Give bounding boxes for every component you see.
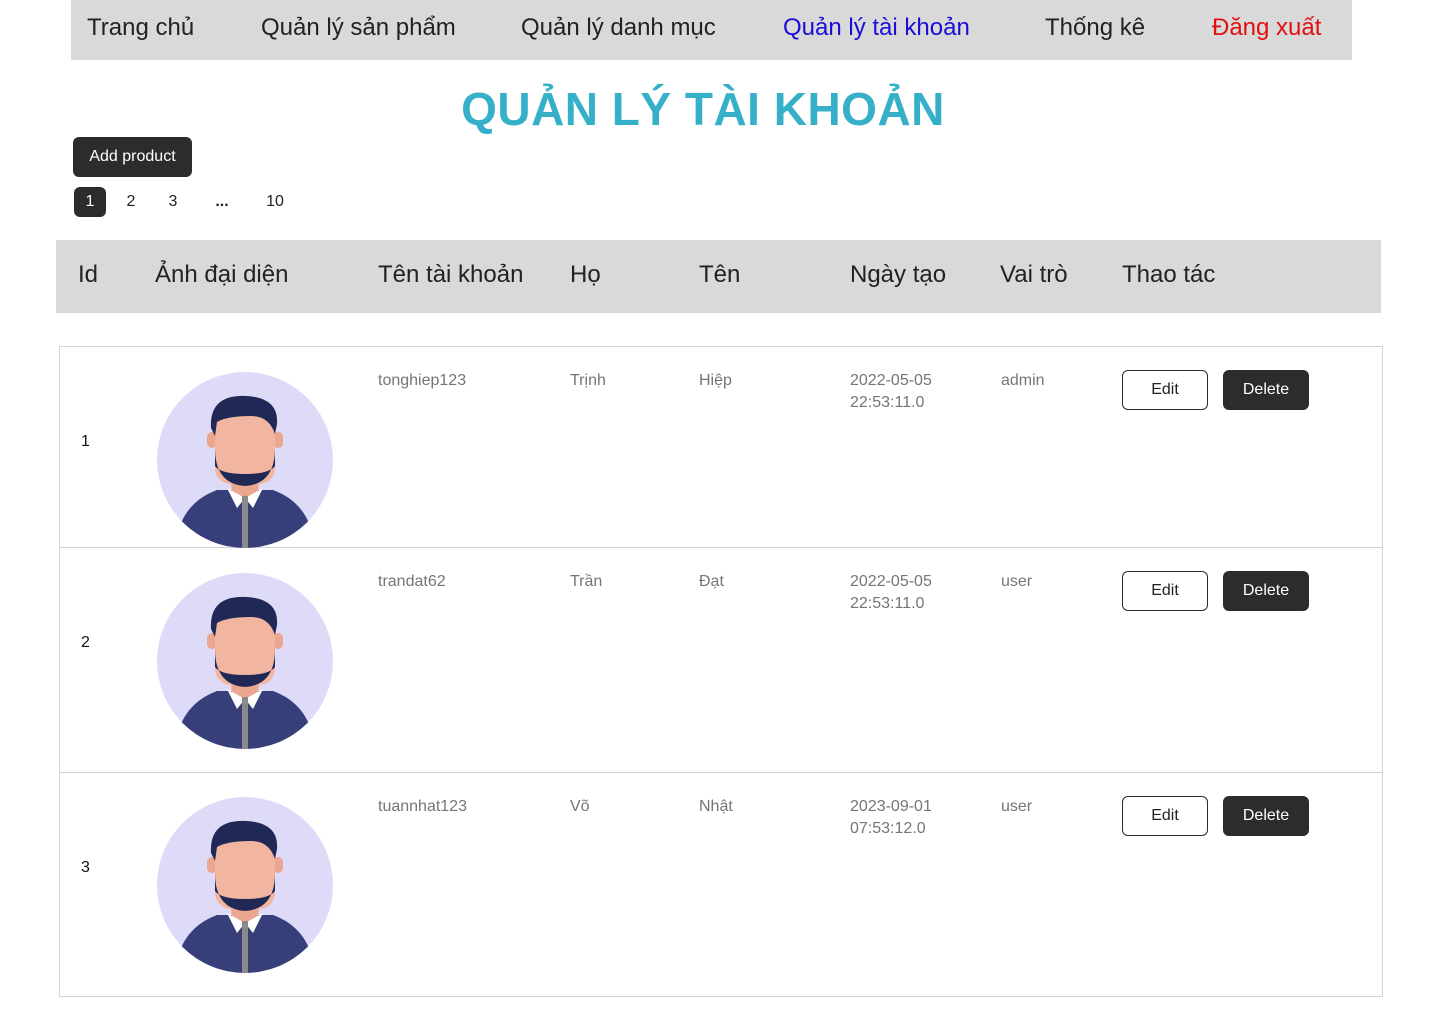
row-role: user <box>1001 573 1033 590</box>
row-role: admin <box>1001 372 1045 389</box>
add-product-button[interactable]: Add product <box>73 137 192 177</box>
nav-item-accounts[interactable]: Quản lý tài khoản <box>783 13 970 43</box>
male-avatar-icon <box>157 573 333 749</box>
male-avatar-icon <box>157 797 333 973</box>
table-row: 3 tuannhat123 Võ Nhật 2023-09-01 07:53:1… <box>60 773 1382 996</box>
page-link-10[interactable]: 10 <box>263 187 287 217</box>
row-username: trandat62 <box>378 573 446 590</box>
column-header-role: Vai trò <box>1000 261 1068 288</box>
delete-button[interactable]: Delete <box>1223 571 1309 611</box>
row-id: 3 <box>81 859 90 876</box>
edit-button[interactable]: Edit <box>1122 370 1208 410</box>
table-header: Id Ảnh đại diện Tên tài khoản Họ Tên Ngà… <box>56 240 1381 313</box>
row-created: 2023-09-01 07:53:12.0 <box>850 798 932 837</box>
column-header-last-name: Họ <box>570 261 601 288</box>
column-header-created: Ngày tạo <box>850 261 947 288</box>
table-row: 2 trandat62 Trần Đạt 2022-05-05 22:53:11… <box>60 548 1382 773</box>
delete-button[interactable]: Delete <box>1223 796 1309 836</box>
nav-item-categories[interactable]: Quản lý danh mục <box>521 13 716 43</box>
edit-button[interactable]: Edit <box>1122 796 1208 836</box>
page-title: QUẢN LÝ TÀI KHOẢN <box>461 83 945 135</box>
row-created: 2022-05-05 22:53:11.0 <box>850 573 932 612</box>
row-last-name: Võ <box>570 798 590 815</box>
row-id: 1 <box>81 433 90 450</box>
edit-button[interactable]: Edit <box>1122 571 1208 611</box>
page-link-3[interactable]: 3 <box>166 187 180 217</box>
row-id: 2 <box>81 634 90 651</box>
delete-button[interactable]: Delete <box>1223 370 1309 410</box>
nav-item-statistics[interactable]: Thống kê <box>1045 13 1145 43</box>
column-header-first-name: Tên <box>699 261 741 288</box>
top-nav: Trang chủ Quản lý sản phẩm Quản lý danh … <box>71 0 1352 60</box>
row-last-name: Trần <box>570 573 603 590</box>
row-last-name: Trịnh <box>570 372 606 389</box>
column-header-actions: Thao tác <box>1122 261 1216 288</box>
table-row: 1 tonghiep123 Trịnh Hiệp 2022-05-05 22:5… <box>60 347 1382 548</box>
row-created: 2022-05-05 22:53:11.0 <box>850 372 932 411</box>
row-username: tonghiep123 <box>378 372 467 389</box>
column-header-username: Tên tài khoản <box>378 261 524 288</box>
column-header-id: Id <box>78 261 99 288</box>
row-username: tuannhat123 <box>378 798 467 815</box>
row-first-name: Đạt <box>699 573 724 590</box>
nav-item-logout[interactable]: Đăng xuất <box>1212 13 1321 43</box>
male-avatar-icon <box>157 372 333 548</box>
page-link-2[interactable]: 2 <box>124 187 138 217</box>
column-header-avatar: Ảnh đại diện <box>155 261 289 288</box>
nav-item-products[interactable]: Quản lý sản phẩm <box>261 13 456 43</box>
page-link-1[interactable]: 1 <box>74 187 106 217</box>
row-first-name: Hiệp <box>699 372 732 389</box>
row-first-name: Nhật <box>699 798 733 815</box>
nav-item-home[interactable]: Trang chủ <box>87 13 194 43</box>
page-ellipsis: ... <box>215 193 229 210</box>
row-role: user <box>1001 798 1033 815</box>
table-body: 1 tonghiep123 Trịnh Hiệp 2022-05-05 22:5… <box>59 346 1383 997</box>
